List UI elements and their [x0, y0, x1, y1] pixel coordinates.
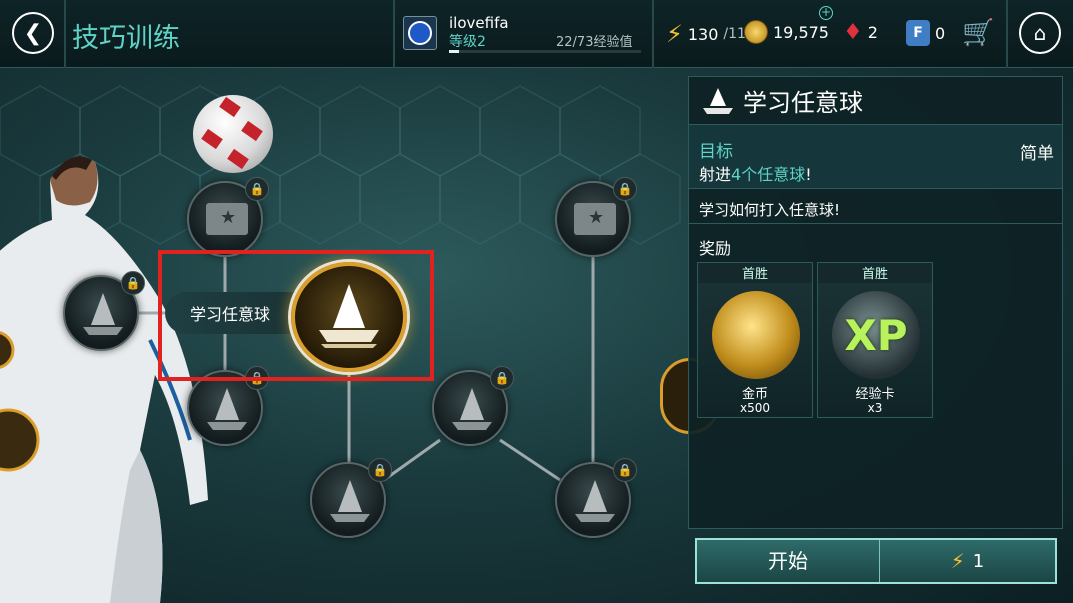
start-energy-cost: ⚡ 1	[879, 540, 1055, 582]
rewards-label: 奖励	[699, 239, 732, 258]
energy-max: /11	[723, 26, 746, 42]
reward-quantity: x3	[867, 401, 883, 415]
cone-icon	[319, 284, 379, 348]
xp-progress-bar	[449, 50, 641, 53]
add-coins-plus-icon[interactable]: +	[819, 6, 833, 20]
lock-icon: 🔒	[121, 271, 145, 295]
back-button[interactable]: ❮	[12, 12, 54, 54]
gem-icon: ♦	[843, 20, 863, 45]
reward-quantity: x500	[739, 401, 770, 415]
goal-label: 目标	[699, 142, 733, 162]
divider	[64, 0, 66, 68]
xp-text: 22/73经验值	[556, 35, 633, 50]
skill-node-cone-1[interactable]: 🔒	[63, 271, 145, 351]
goal-section: 目标 简单 射进4个任意球!	[689, 125, 1062, 188]
skill-node-reward-chest-2[interactable]: 🔒	[555, 177, 637, 257]
skill-training-screen: 🔒 🔒 🔒 🔒 🔒 🔒 🔒 学习任意球 ❮ 技巧训练 ilovefifa 等级2	[0, 0, 1073, 603]
home-button[interactable]: ⌂	[1019, 12, 1061, 54]
fifa-points-value: 0	[935, 23, 946, 43]
lock-icon: 🔒	[613, 177, 637, 201]
divider	[393, 0, 395, 68]
goal-prefix: 射进	[699, 165, 732, 184]
username: ilovefifa	[449, 14, 509, 32]
divider	[1006, 0, 1008, 68]
reward-name: 金币	[741, 387, 768, 402]
goal-highlight: 4个任意球	[731, 165, 806, 184]
reward-tag: 首胜	[698, 263, 812, 283]
energy-value: 130	[687, 24, 719, 44]
xp-card-icon: XP	[832, 291, 920, 379]
skill-node-free-kick-selected[interactable]	[291, 262, 407, 372]
shopping-cart-icon[interactable]: 🛒	[962, 18, 994, 48]
lock-icon: 🔒	[490, 366, 514, 390]
difficulty-label: 简单	[1020, 144, 1054, 164]
cone-icon	[575, 480, 615, 522]
cone-icon	[83, 293, 123, 335]
lock-icon: 🔒	[368, 458, 392, 482]
skill-node-reward-chest-1[interactable]: 🔒	[187, 177, 269, 257]
reward-chest-icon	[574, 203, 616, 235]
top-bar: ❮ 技巧训练 ilovefifa 等级2 22/73经验值 ⚡ 130/11 1…	[0, 0, 1073, 68]
cone-icon	[207, 388, 247, 430]
start-cost-value: 1	[972, 550, 985, 572]
cone-icon	[452, 388, 492, 430]
skill-details-panel: 学习任意球 目标 简单 射进4个任意球! 学习如何打入任意球! 奖励 首胜 金币…	[688, 76, 1063, 529]
coins-counter[interactable]: 19,575	[744, 20, 829, 44]
cone-icon	[330, 480, 370, 522]
start-button[interactable]: 开始 ⚡ 1	[695, 538, 1057, 584]
skill-node-cone-4[interactable]: 🔒	[310, 458, 392, 538]
back-arrow-icon: ❮	[23, 20, 43, 46]
lightning-bolt-icon: ⚡	[666, 20, 683, 48]
start-label: 开始	[768, 549, 808, 573]
fifa-coin-icon	[744, 20, 768, 44]
lock-icon: 🔒	[245, 177, 269, 201]
coin-stack-icon	[712, 291, 800, 379]
gems-counter[interactable]: ♦ 2	[843, 20, 878, 45]
gems-value: 2	[867, 23, 878, 42]
skill-node-cone-2[interactable]: 🔒	[187, 366, 269, 446]
panel-header: 学习任意球	[689, 77, 1062, 125]
reward-name: 经验卡	[855, 387, 895, 402]
divider	[652, 0, 654, 68]
xp-progress-fill	[449, 50, 459, 53]
fifa-points-counter[interactable]: F 0	[906, 20, 945, 46]
page-title: 技巧训练	[72, 23, 180, 54]
lock-icon: 🔒	[613, 458, 637, 482]
reward-chest-icon	[206, 203, 248, 235]
home-icon: ⌂	[1033, 21, 1047, 45]
club-badge-icon	[403, 16, 437, 50]
lightning-bolt-icon: ⚡	[950, 549, 965, 573]
skill-node-cone-3[interactable]: 🔒	[432, 366, 514, 446]
selected-skill-label: 学习任意球	[165, 292, 295, 334]
fifa-points-icon: F	[906, 20, 930, 46]
player-level: 等级2	[449, 34, 486, 50]
skill-description: 学习如何打入任意球!	[689, 188, 1062, 224]
reward-card-coins[interactable]: 首胜 金币 x500	[697, 262, 813, 418]
coins-value: 19,575	[773, 22, 829, 42]
lock-icon: 🔒	[245, 366, 269, 390]
goal-suffix: !	[805, 165, 812, 184]
cone-icon	[703, 87, 733, 114]
goal-text: 射进4个任意球!	[699, 161, 812, 185]
reward-tag: 首胜	[818, 263, 932, 283]
reward-card-xp[interactable]: 首胜 XP 经验卡 x3	[817, 262, 933, 418]
energy-counter[interactable]: ⚡ 130/11	[666, 20, 746, 48]
panel-title: 学习任意球	[743, 89, 863, 117]
skill-node-cone-5[interactable]: 🔒	[555, 458, 637, 538]
